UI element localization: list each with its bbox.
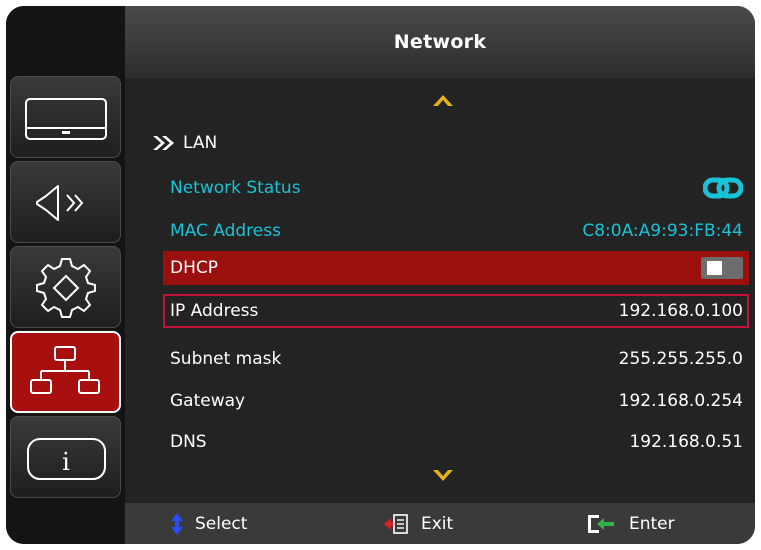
toggle-knob — [707, 261, 722, 275]
sidebar: i — [6, 6, 125, 544]
gateway-label: Gateway — [170, 391, 246, 411]
network-status-label: Network Status — [170, 178, 301, 198]
info-icon: i — [27, 438, 106, 480]
lan-section: LAN — [151, 128, 217, 158]
exit-icon — [384, 513, 408, 534]
osd-menu: i Network LAN Network Status MAC Address — [6, 6, 755, 544]
dns-row[interactable]: DNS 192.168.0.51 — [163, 425, 749, 459]
network-panel: LAN Network Status MAC Address C8:0A:A9:… — [125, 78, 755, 503]
info-tab[interactable]: i — [10, 416, 121, 498]
double-chevron-right-icon — [153, 136, 174, 150]
mac-address-label: MAC Address — [170, 221, 281, 241]
subnet-mask-value: 255.255.255.0 — [618, 349, 743, 369]
exit-label: Exit — [421, 513, 454, 534]
footer-select-hint: Select — [171, 503, 247, 544]
dhcp-toggle[interactable] — [701, 257, 743, 279]
setup-tab[interactable] — [10, 246, 121, 328]
dns-label: DNS — [170, 432, 207, 452]
link-icon — [703, 177, 743, 199]
lan-label: LAN — [183, 133, 218, 153]
gateway-value: 192.168.0.254 — [618, 391, 743, 411]
network-status-row: Network Status — [163, 171, 749, 205]
footer-enter-hint: Enter — [587, 503, 675, 544]
speaker-icon — [36, 185, 84, 221]
ip-address-row[interactable]: IP Address 192.168.0.100 — [163, 294, 749, 328]
mac-address-value: C8:0A:A9:93:FB:44 — [582, 221, 743, 241]
display-tab[interactable] — [10, 76, 121, 158]
enter-label: Enter — [629, 513, 675, 534]
footer-exit-hint: Exit — [383, 503, 453, 544]
network-icon — [30, 346, 100, 394]
enter-icon — [588, 514, 614, 533]
scroll-down-arrow-icon[interactable] — [431, 468, 455, 484]
audio-tab[interactable] — [10, 161, 121, 243]
display-icon — [25, 98, 107, 140]
subnet-mask-label: Subnet mask — [170, 349, 282, 369]
ip-address-value: 192.168.0.100 — [618, 301, 743, 321]
up-down-arrow-icon — [171, 512, 183, 535]
select-label: Select — [195, 513, 248, 534]
dns-value: 192.168.0.51 — [629, 432, 743, 452]
scroll-up-arrow-icon[interactable] — [431, 92, 455, 108]
footer-bar: Select Exit Enter — [125, 503, 755, 544]
svg-text:i: i — [62, 448, 70, 476]
gear-icon — [36, 258, 96, 318]
mac-address-row: MAC Address C8:0A:A9:93:FB:44 — [163, 214, 749, 248]
subnet-mask-row[interactable]: Subnet mask 255.255.255.0 — [163, 342, 749, 376]
dhcp-row[interactable]: DHCP — [163, 251, 749, 285]
dhcp-label: DHCP — [170, 258, 218, 278]
ip-address-label: IP Address — [170, 301, 259, 321]
network-tab[interactable] — [10, 331, 121, 413]
page-title: Network — [125, 6, 755, 78]
gateway-row[interactable]: Gateway 192.168.0.254 — [163, 384, 749, 418]
